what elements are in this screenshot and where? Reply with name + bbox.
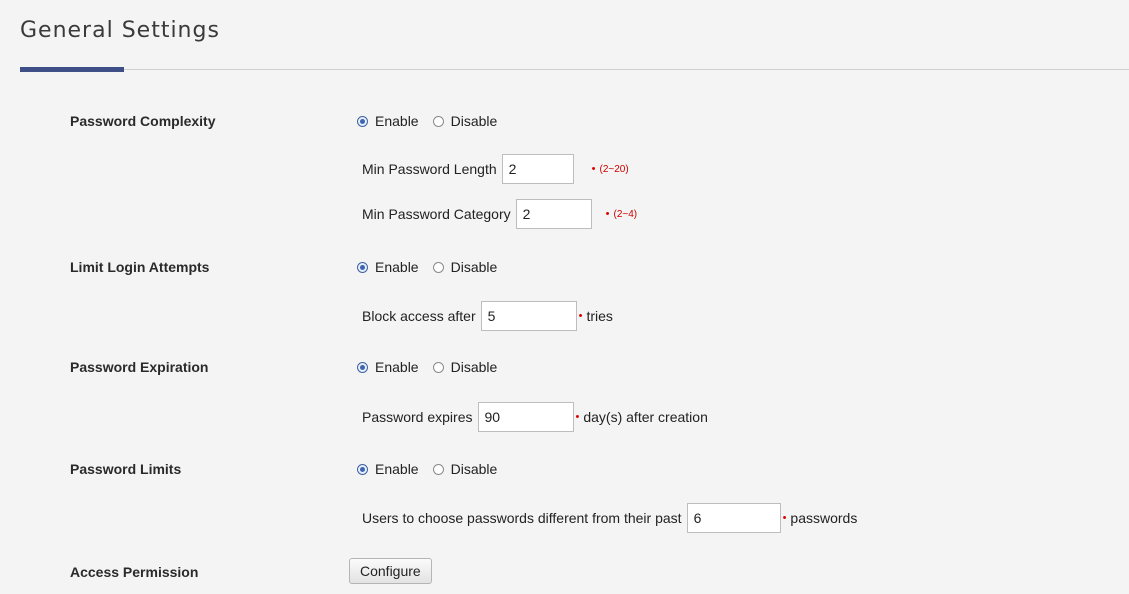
password-history-row: Users to choose passwords different from… [362,503,857,533]
required-marker: • [605,208,610,220]
required-marker: • [575,411,580,423]
block-access-row: Block access after 5 • tries [362,301,613,331]
enable-label: Enable [375,359,419,375]
disable-label: Disable [450,113,498,129]
password-complexity-label: Password Complexity [70,113,216,129]
password-expiration-radios: Enable Disable [357,359,511,375]
password-expires-label: Password expires [362,409,473,425]
title-accent-bar [20,67,124,72]
password-limits-disable-radio[interactable] [432,463,444,475]
limit-login-attempts-label: Limit Login Attempts [70,259,210,275]
min-password-category-label: Min Password Category [362,206,511,222]
password-complexity-disable-radio[interactable] [432,115,444,127]
min-password-category-input[interactable]: 2 [515,199,592,229]
block-access-label: Block access after [362,308,476,324]
enable-label: Enable [375,259,419,275]
configure-button[interactable]: Configure [349,558,432,584]
min-password-category-range: (2~4) [613,208,638,220]
title-divider [20,69,1129,70]
password-history-label: Users to choose passwords different from… [362,510,682,526]
password-complexity-radios: Enable Disable [357,113,511,129]
general-settings-page: General Settings Password Complexity Ena… [0,0,1129,594]
password-history-suffix: passwords [790,510,858,526]
min-password-length-row: Min Password Length 2 • (2~20) [362,154,629,184]
password-expiration-disable-radio[interactable] [432,361,444,373]
enable-label: Enable [375,461,419,477]
disable-label: Disable [450,359,498,375]
password-limits-radios: Enable Disable [357,461,511,477]
disable-label: Disable [450,461,498,477]
password-expires-suffix: day(s) after creation [583,409,708,425]
min-password-length-input[interactable]: 2 [501,154,574,184]
min-password-length-label: Min Password Length [362,161,497,177]
required-marker: • [591,163,596,175]
password-history-input[interactable]: 6 [686,503,781,533]
password-expires-row: Password expires 90 • day(s) after creat… [362,402,708,432]
min-password-length-range: (2~20) [599,163,629,175]
password-expiration-enable-radio[interactable] [357,361,368,373]
block-access-suffix: tries [586,308,613,324]
limit-login-enable-radio[interactable] [357,261,368,273]
enable-label: Enable [375,113,419,129]
required-marker: • [578,310,583,322]
password-limits-enable-radio[interactable] [357,463,368,475]
block-access-input[interactable]: 5 [480,301,577,331]
limit-login-disable-radio[interactable] [432,261,444,273]
access-permission-label: Access Permission [70,564,199,580]
password-limits-label: Password Limits [70,461,182,477]
page-title: General Settings [20,18,220,43]
password-expiration-label: Password Expiration [70,359,209,375]
disable-label: Disable [450,259,498,275]
password-complexity-enable-radio[interactable] [357,115,368,127]
password-expires-input[interactable]: 90 [477,402,574,432]
limit-login-radios: Enable Disable [357,259,511,275]
min-password-category-row: Min Password Category 2 • (2~4) [362,199,637,229]
required-marker: • [782,512,787,524]
